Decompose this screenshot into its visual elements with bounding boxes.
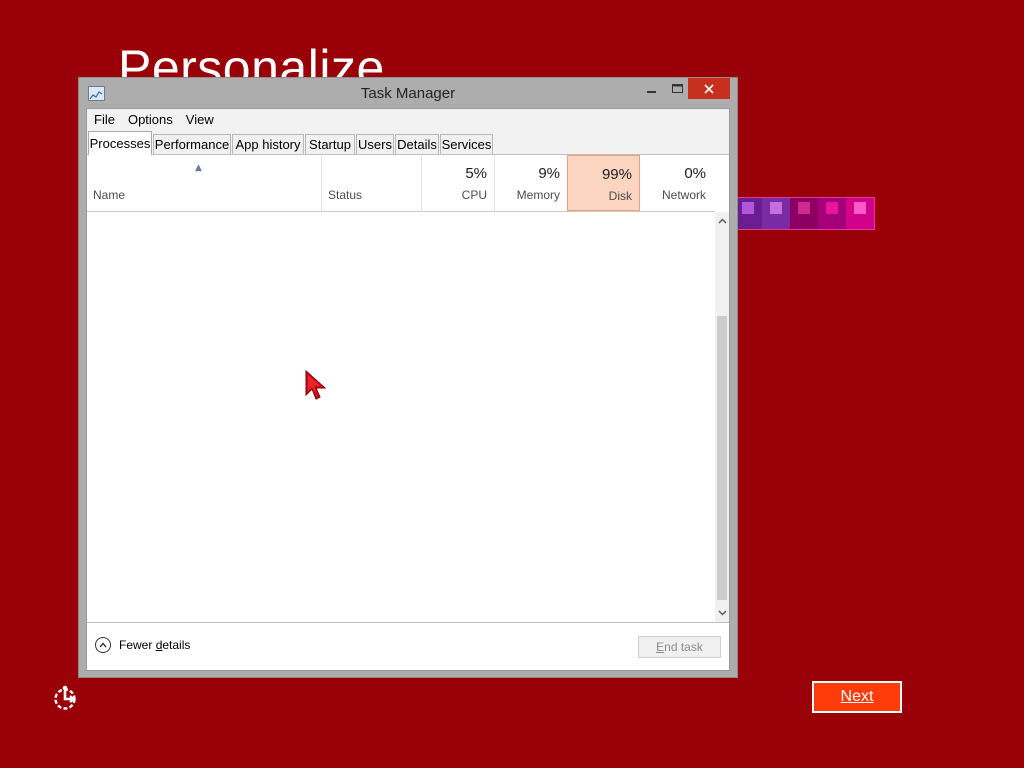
disk-label: Disk	[608, 189, 632, 203]
process-list[interactable]	[87, 212, 715, 622]
tab-startup[interactable]: Startup	[305, 134, 355, 154]
column-network[interactable]: 0% Network	[640, 155, 713, 211]
minimize-icon	[647, 90, 656, 93]
vertical-scrollbar[interactable]	[715, 212, 729, 622]
disk-percent: 99%	[601, 166, 632, 183]
tab-processes[interactable]: Processes	[88, 131, 152, 155]
scroll-thumb[interactable]	[717, 316, 727, 600]
tab-users[interactable]: Users	[356, 134, 394, 154]
tab-strip: Processes Performance App history Startu…	[87, 129, 729, 155]
mouse-cursor-icon	[305, 369, 327, 400]
cpu-percent: 5%	[465, 165, 487, 182]
column-memory[interactable]: 9% Memory	[494, 155, 567, 211]
scroll-down-button[interactable]	[715, 606, 729, 620]
cpu-label: CPU	[461, 188, 487, 202]
column-header: ▲ Name Status 5% CPU 9% Memory 99% Disk …	[87, 155, 715, 212]
scroll-up-button[interactable]	[715, 214, 729, 228]
column-name[interactable]: ▲ Name	[87, 155, 321, 211]
footer-bar: Fewer details End task	[87, 622, 729, 670]
title-bar[interactable]: Task Manager	[79, 78, 737, 108]
network-percent: 0%	[684, 165, 706, 182]
menu-file[interactable]: File	[94, 112, 115, 127]
maximize-icon	[672, 83, 683, 93]
memory-label: Memory	[516, 188, 560, 202]
fewer-details-label: Fewer details	[119, 638, 191, 652]
tab-details[interactable]: Details	[395, 134, 439, 154]
menu-options[interactable]: Options	[128, 112, 173, 127]
end-task-button[interactable]: End task	[638, 636, 721, 658]
network-label: Network	[661, 188, 706, 202]
minimize-button[interactable]	[639, 78, 665, 99]
color-swatch[interactable]	[790, 198, 818, 229]
next-button[interactable]: Next	[812, 681, 902, 713]
chevron-up-circle-icon	[95, 637, 111, 653]
color-swatch[interactable]	[818, 198, 846, 229]
color-swatch[interactable]	[762, 198, 790, 229]
memory-percent: 9%	[538, 165, 560, 182]
column-cpu[interactable]: 5% CPU	[421, 155, 494, 211]
color-swatch-strip	[733, 197, 875, 230]
close-button[interactable]	[688, 78, 730, 99]
menu-bar: File Options View	[87, 109, 729, 129]
color-swatch[interactable]	[734, 198, 762, 229]
color-swatch[interactable]	[846, 198, 874, 229]
ease-of-access-icon[interactable]	[52, 684, 80, 712]
chevron-up-icon	[718, 218, 726, 224]
fewer-details-button[interactable]: Fewer details	[95, 637, 190, 653]
tab-app-history[interactable]: App history	[232, 134, 304, 154]
task-manager-window: Task Manager File Options View Processes…	[78, 77, 738, 678]
column-status[interactable]: Status	[321, 155, 421, 211]
chevron-down-icon	[718, 610, 726, 616]
column-disk[interactable]: 99% Disk	[567, 155, 640, 211]
window-client: File Options View Processes Performance …	[86, 108, 730, 671]
menu-view[interactable]: View	[186, 112, 214, 127]
tab-services[interactable]: Services	[440, 134, 493, 154]
tab-performance[interactable]: Performance	[153, 134, 231, 154]
close-icon	[704, 83, 714, 94]
sort-up-icon: ▲	[195, 163, 202, 173]
